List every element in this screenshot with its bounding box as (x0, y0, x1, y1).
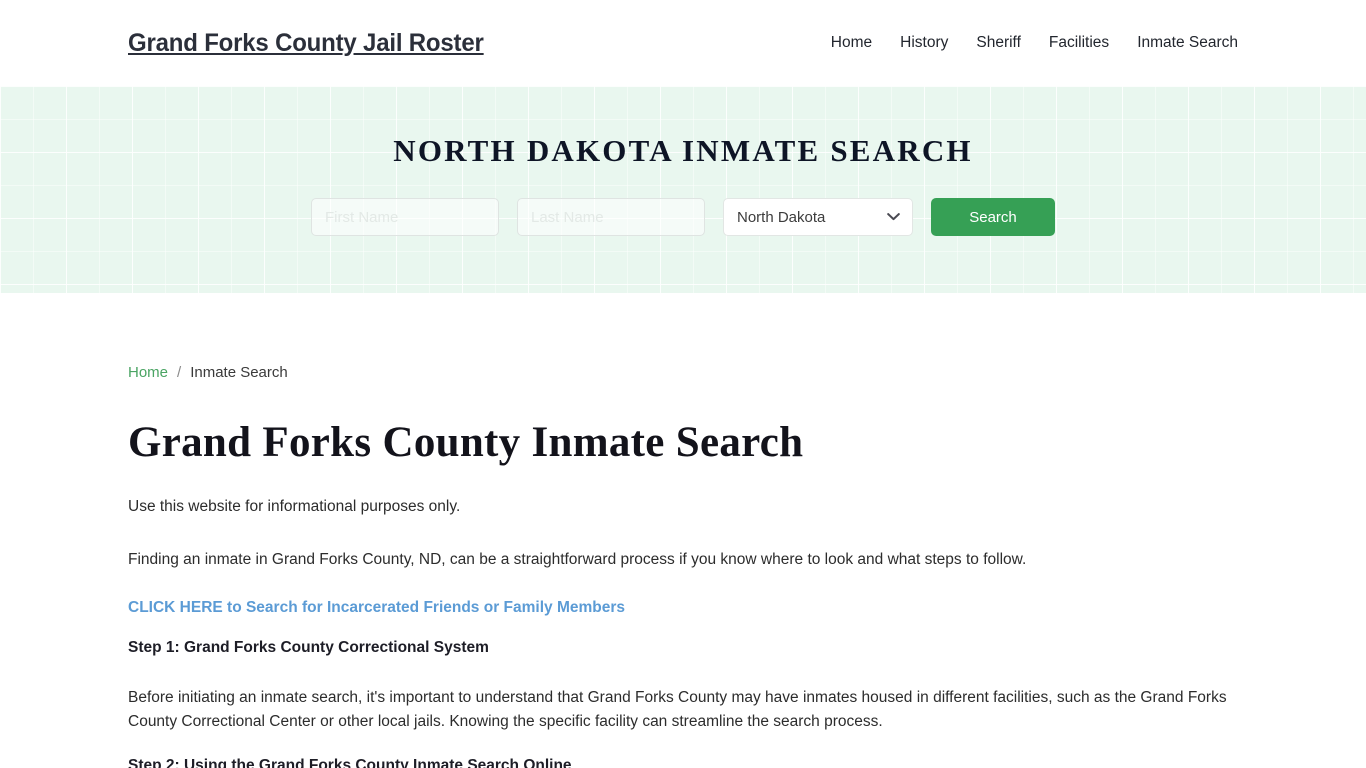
site-logo[interactable]: Grand Forks County Jail Roster (128, 29, 484, 58)
state-select-wrapper: North Dakota (723, 198, 913, 236)
hero-title: North Dakota Inmate Search (393, 133, 973, 168)
nav-item-history[interactable]: History (900, 34, 948, 52)
nav-item-sheriff[interactable]: Sheriff (976, 34, 1021, 52)
first-name-input[interactable] (311, 198, 499, 236)
hero-search-section: North Dakota Inmate Search North Dakota … (0, 86, 1366, 293)
step-1-paragraph: Before initiating an inmate search, it's… (128, 689, 1227, 731)
breadcrumb: Home / Inmate Search (128, 364, 1238, 381)
last-name-input[interactable] (517, 198, 705, 236)
state-select[interactable]: North Dakota (723, 198, 913, 236)
page-title: Grand Forks County Inmate Search (128, 419, 804, 466)
site-header: Grand Forks County Jail Roster Home Hist… (0, 0, 1366, 86)
nav-item-inmate-search[interactable]: Inmate Search (1137, 34, 1238, 52)
search-button[interactable]: Search (931, 198, 1055, 236)
breadcrumb-separator: / (177, 364, 182, 381)
inmate-search-form: North Dakota Search (311, 198, 1055, 236)
main-navigation: Home History Sheriff Facilities Inmate S… (831, 34, 1238, 52)
intro-paragraph: Use this website for informational purpo… (128, 498, 461, 516)
breadcrumb-current: Inmate Search (190, 364, 288, 381)
step-2-heading: Step 2: Using the Grand Forks County Inm… (128, 756, 572, 768)
nav-item-facilities[interactable]: Facilities (1049, 34, 1109, 52)
step-1-heading: Step 1: Grand Forks County Correctional … (128, 639, 489, 657)
cta-search-link[interactable]: CLICK HERE to Search for Incarcerated Fr… (128, 599, 625, 617)
description-paragraph: Finding an inmate in Grand Forks County,… (128, 551, 1027, 569)
breadcrumb-home[interactable]: Home (128, 364, 168, 381)
nav-item-home[interactable]: Home (831, 34, 872, 52)
main-content: Home / Inmate Search Grand Forks County … (0, 364, 1366, 768)
